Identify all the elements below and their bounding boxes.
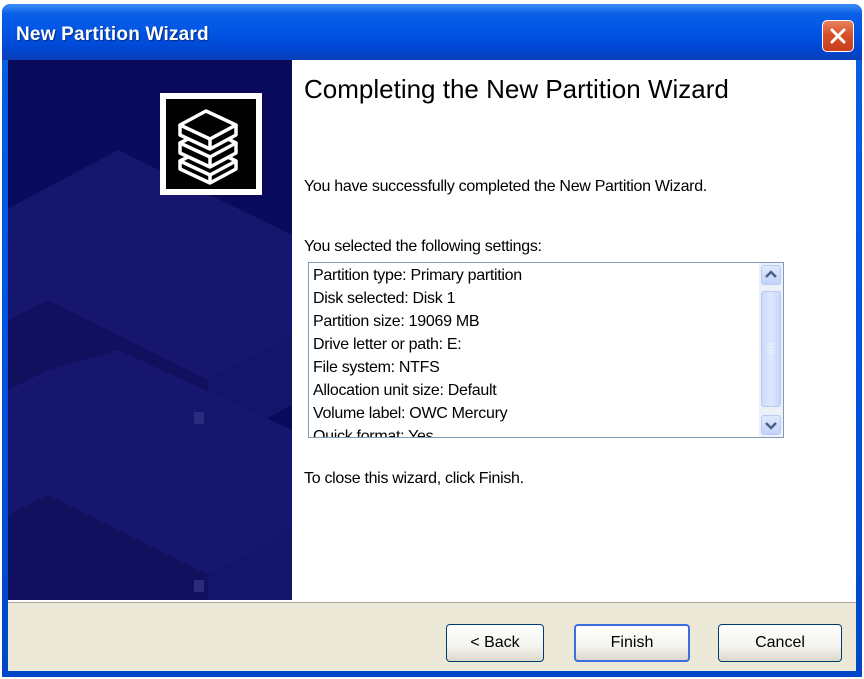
window-title: New Partition Wizard xyxy=(16,24,209,45)
scroll-up-icon xyxy=(765,270,777,278)
close-button[interactable] xyxy=(822,20,854,52)
wizard-body: Completing the New Partition Wizard You … xyxy=(8,60,856,671)
settings-label: You selected the following settings: xyxy=(304,238,542,255)
scroll-up-button[interactable] xyxy=(761,265,781,285)
wizard-content: Completing the New Partition Wizard You … xyxy=(292,60,856,600)
scroll-down-icon xyxy=(765,422,777,430)
wizard-logo xyxy=(160,93,262,195)
settings-list[interactable]: Partition type: Primary partition Disk s… xyxy=(308,262,784,438)
list-item: Quick format: Yes xyxy=(313,428,434,438)
settings-lines: Partition type: Primary partition Disk s… xyxy=(313,264,753,438)
page-title: Completing the New Partition Wizard xyxy=(304,74,729,104)
settings-scrollbar[interactable] xyxy=(759,263,783,437)
wizard-window: New Partition Wizard Completing the New … xyxy=(2,4,862,677)
wizard-banner xyxy=(8,60,292,600)
list-item: Allocation unit size: Default xyxy=(313,382,497,399)
scroll-thumb[interactable] xyxy=(761,291,781,407)
success-message: You have successfully completed the New … xyxy=(304,178,707,195)
cancel-button[interactable]: Cancel xyxy=(718,624,842,662)
list-item: File system: NTFS xyxy=(313,359,440,376)
button-bar: < Back Finish Cancel xyxy=(8,600,856,671)
close-icon xyxy=(830,28,846,44)
scroll-down-button[interactable] xyxy=(761,415,781,435)
disk-stack-icon xyxy=(178,109,238,185)
list-item: Partition size: 19069 MB xyxy=(313,313,480,330)
list-item: Volume label: OWC Mercury xyxy=(313,405,508,422)
list-item: Drive letter or path: E: xyxy=(313,336,462,353)
list-item: Disk selected: Disk 1 xyxy=(313,290,456,307)
close-instruction: To close this wizard, click Finish. xyxy=(304,470,524,487)
finish-button[interactable]: Finish xyxy=(574,624,690,662)
back-button[interactable]: < Back xyxy=(446,624,544,662)
list-item: Partition type: Primary partition xyxy=(313,267,522,284)
title-bar[interactable]: New Partition Wizard xyxy=(2,4,862,60)
